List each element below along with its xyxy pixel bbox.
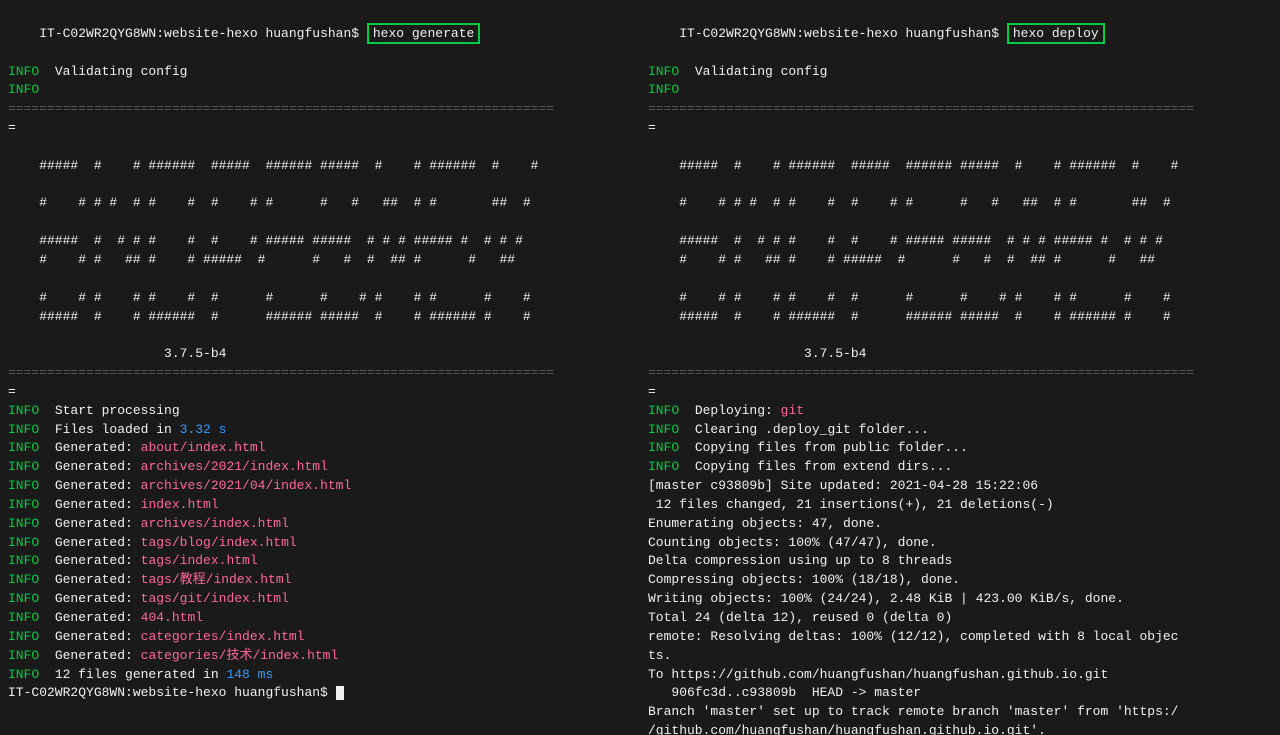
right-empty-5 xyxy=(648,326,1272,345)
left-gen-5: INFO Generated: archives/index.html xyxy=(8,515,632,534)
right-branch-cont: /github.com/huangfushan/huangfushan.gith… xyxy=(648,722,1272,735)
right-clearing: INFO Clearing .deploy_git folder... xyxy=(648,421,1272,440)
left-empty-5 xyxy=(8,326,632,345)
right-empty-4 xyxy=(648,270,1272,289)
left-version: 3.7.5-b4 xyxy=(8,345,632,364)
left-gen-3: INFO Generated: archives/2021/04/index.h… xyxy=(8,477,632,496)
left-empty-1 xyxy=(8,138,632,157)
right-files-changed: 12 files changed, 21 insertions(+), 21 d… xyxy=(648,496,1272,515)
right-info-2: INFO xyxy=(648,81,1272,100)
right-prompt-line: IT-C02WR2QYG8WN:website-hexo huangfushan… xyxy=(648,6,1272,63)
right-copying-2: INFO Copying files from extend dirs... xyxy=(648,458,1272,477)
left-ascii-6: ##### # # ###### # ###### ##### # # ####… xyxy=(8,308,632,327)
right-deploying: INFO Deploying: git xyxy=(648,402,1272,421)
right-ascii-3: ##### # # # # # # # ##### ##### # # # ##… xyxy=(648,232,1272,251)
right-version: 3.7.5-b4 xyxy=(648,345,1272,364)
right-sep-2: ========================================… xyxy=(648,364,1272,383)
left-gen-11: INFO Generated: categories/index.html xyxy=(8,628,632,647)
left-ascii-3: ##### # # # # # # # ##### ##### # # # ##… xyxy=(8,232,632,251)
right-delta-compress: Delta compression using up to 8 threads xyxy=(648,552,1272,571)
left-files-count: INFO 12 files generated in 148 ms xyxy=(8,666,632,685)
left-info-2: INFO xyxy=(8,81,632,100)
right-empty-3 xyxy=(648,213,1272,232)
right-ascii-5: # # # # # # # # # # # # # # # xyxy=(648,289,1272,308)
left-sep-1: ========================================… xyxy=(8,100,632,119)
left-gen-10: INFO Generated: 404.html xyxy=(8,609,632,628)
right-eq-2: = xyxy=(648,383,1272,402)
right-commit: [master c93809b] Site updated: 2021-04-2… xyxy=(648,477,1272,496)
left-gen-4: INFO Generated: index.html xyxy=(8,496,632,515)
left-prompt: IT-C02WR2QYG8WN:website-hexo huangfushan… xyxy=(39,26,367,41)
right-eq-1: = xyxy=(648,119,1272,138)
left-ascii-2: # # # # # # # # # # # # ## # # ## # xyxy=(8,194,632,213)
right-to-url: To https://github.com/huangfushan/huangf… xyxy=(648,666,1272,685)
left-sep-2: ========================================… xyxy=(8,364,632,383)
right-copying-1: INFO Copying files from public folder... xyxy=(648,439,1272,458)
right-empty-1 xyxy=(648,138,1272,157)
right-info-1: INFO Validating config xyxy=(648,63,1272,82)
left-start: INFO Start processing xyxy=(8,402,632,421)
left-gen-8: INFO Generated: tags/教程/index.html xyxy=(8,571,632,590)
left-prompt-line: IT-C02WR2QYG8WN:website-hexo huangfushan… xyxy=(8,6,632,63)
left-ascii-1: ##### # # ###### ##### ###### ##### # # … xyxy=(8,157,632,176)
right-command: hexo deploy xyxy=(1007,23,1105,44)
left-empty-4 xyxy=(8,270,632,289)
right-remote-cont: ts. xyxy=(648,647,1272,666)
left-gen-6: INFO Generated: tags/blog/index.html xyxy=(8,534,632,553)
right-writing: Writing objects: 100% (24/24), 2.48 KiB … xyxy=(648,590,1272,609)
right-ascii-2: # # # # # # # # # # # # ## # # ## # xyxy=(648,194,1272,213)
left-terminal: IT-C02WR2QYG8WN:website-hexo huangfushan… xyxy=(0,0,640,735)
left-gen-2: INFO Generated: archives/2021/index.html xyxy=(8,458,632,477)
right-enumerating: Enumerating objects: 47, done. xyxy=(648,515,1272,534)
right-remote: remote: Resolving deltas: 100% (12/12), … xyxy=(648,628,1272,647)
right-empty-2 xyxy=(648,176,1272,195)
left-command: hexo generate xyxy=(367,23,480,44)
right-total: Total 24 (delta 12), reused 0 (delta 0) xyxy=(648,609,1272,628)
right-sep-1: ========================================… xyxy=(648,100,1272,119)
left-ascii-4: # # # ## # # ##### # # # # ## # # ## xyxy=(8,251,632,270)
right-terminal: IT-C02WR2QYG8WN:website-hexo huangfushan… xyxy=(640,0,1280,735)
left-ascii-5: # # # # # # # # # # # # # # # xyxy=(8,289,632,308)
right-compressing: Compressing objects: 100% (18/18), done. xyxy=(648,571,1272,590)
left-gen-1: INFO Generated: about/index.html xyxy=(8,439,632,458)
right-head: 906fc3d..c93809b HEAD -> master xyxy=(648,684,1272,703)
left-final-prompt: IT-C02WR2QYG8WN:website-hexo huangfushan… xyxy=(8,684,632,703)
left-eq-1: = xyxy=(8,119,632,138)
left-empty-3 xyxy=(8,213,632,232)
left-gen-7: INFO Generated: tags/index.html xyxy=(8,552,632,571)
left-eq-2: = xyxy=(8,383,632,402)
left-empty-2 xyxy=(8,176,632,195)
right-ascii-1: ##### # # ###### ##### ###### ##### # # … xyxy=(648,157,1272,176)
right-ascii-4: # # # ## # # ##### # # # # ## # # ## xyxy=(648,251,1272,270)
right-prompt: IT-C02WR2QYG8WN:website-hexo huangfushan… xyxy=(679,26,1007,41)
left-gen-9: INFO Generated: tags/git/index.html xyxy=(8,590,632,609)
right-branch: Branch 'master' set up to track remote b… xyxy=(648,703,1272,722)
left-info-1: INFO Validating config xyxy=(8,63,632,82)
left-files-loaded: INFO Files loaded in 3.32 s xyxy=(8,421,632,440)
left-gen-12: INFO Generated: categories/技术/index.html xyxy=(8,647,632,666)
right-counting: Counting objects: 100% (47/47), done. xyxy=(648,534,1272,553)
right-ascii-6: ##### # # ###### # ###### ##### # # ####… xyxy=(648,308,1272,327)
